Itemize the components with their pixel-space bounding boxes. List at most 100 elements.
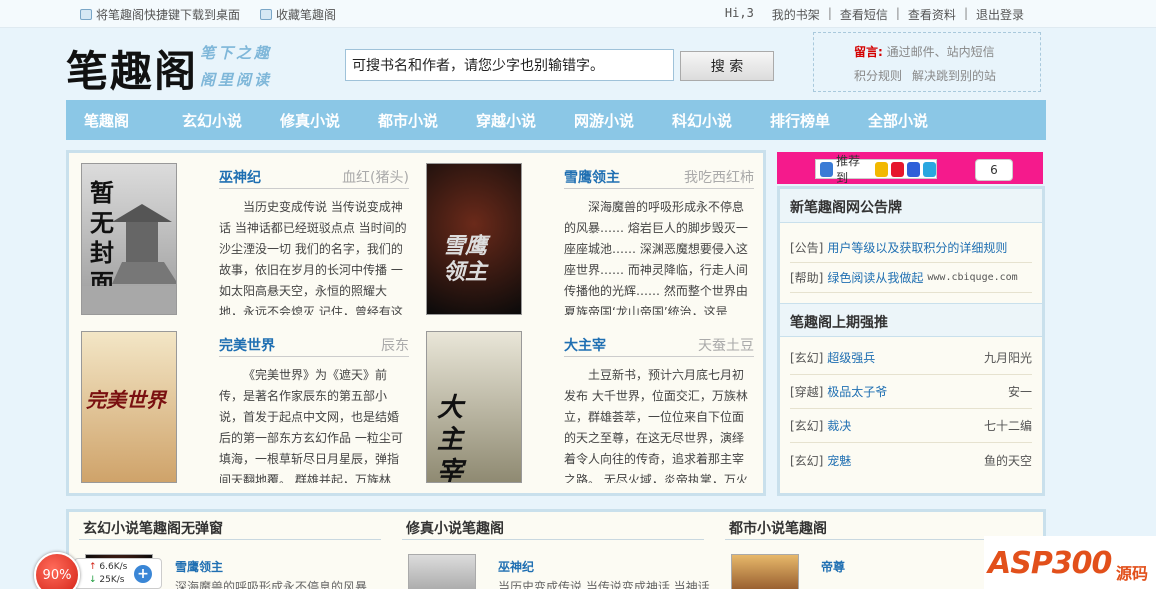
- ranking-item[interactable]: [玄幻] 超级强兵 九月阳光: [790, 341, 1032, 375]
- site-logo[interactable]: 笔趣阁: [66, 38, 198, 99]
- pengyou-icon[interactable]: [922, 161, 937, 177]
- book-thumbnail[interactable]: [408, 554, 476, 589]
- weibo-icon[interactable]: [890, 161, 904, 177]
- ranking-book-link[interactable]: 宠魅: [827, 454, 851, 468]
- category-title[interactable]: 修真小说笔趣阁: [402, 512, 704, 540]
- nav-item-home[interactable]: 笔趣阁: [66, 110, 164, 131]
- notice-text[interactable]: 通过邮件、站内短信: [887, 45, 995, 59]
- watermark-logo: ASP300 源码: [984, 536, 1156, 589]
- share-count: 6: [975, 159, 1013, 181]
- book-author[interactable]: 血红(猪头): [342, 167, 409, 187]
- share-widget[interactable]: 推荐到: [815, 154, 937, 185]
- nav-item-xiuzhen[interactable]: 修真小说: [262, 110, 360, 131]
- ranking-author[interactable]: 七十二编: [984, 417, 1032, 434]
- ranking-item[interactable]: [玄幻] 宠魅 鱼的天空: [790, 443, 1032, 477]
- category-columns: 玄幻小说笔趣阁无弹窗 雪鹰领主 深海魔兽的呼吸形成永不停息的风暴 修真小说笔趣阁…: [66, 509, 1046, 589]
- sidebar: 新笔趣阁网公告牌 [公告] 用户等级以及获取积分的详细规则 [帮助] 绿色阅读从…: [777, 186, 1045, 496]
- ranking-title: 笔趣阁上期强推: [780, 303, 1042, 337]
- ranking-item[interactable]: [穿越] 极品太子爷 安一: [790, 375, 1032, 409]
- book-cover[interactable]: 大主宰: [426, 331, 522, 483]
- book-title[interactable]: 巫神纪: [219, 167, 261, 187]
- redirect-fix-link[interactable]: 解决跳到别的站: [912, 69, 996, 83]
- cover-title-art: 大主宰: [437, 393, 464, 483]
- book-cover[interactable]: 暂无封面: [81, 163, 177, 315]
- announcement-item[interactable]: [公告] 用户等级以及获取积分的详细规则: [790, 233, 1032, 263]
- share-plus-icon[interactable]: [820, 161, 834, 177]
- ranking-book-link[interactable]: 裁决: [827, 419, 851, 433]
- profile-link[interactable]: 查看资料: [908, 6, 956, 23]
- ranking-author[interactable]: 鱼的天空: [984, 452, 1032, 469]
- ranking-book-link[interactable]: 极品太子爷: [827, 385, 887, 399]
- ranking-book-link[interactable]: 超级强兵: [827, 351, 875, 365]
- baidu-icon[interactable]: [906, 161, 920, 177]
- download-shortcut-label: 将笔趣阁快捷键下载到桌面: [96, 8, 241, 22]
- announcement-item[interactable]: [帮助] 绿色阅读从我做起 www.cbiquge.com: [790, 263, 1032, 293]
- nav-item-xuanhuan[interactable]: 玄幻小说: [164, 110, 262, 131]
- featured-books: 暂无封面 巫神纪 血红(猪头) 当历史变成传说 当传说变成神话 当神话都已经斑驳点…: [66, 150, 766, 496]
- category-book-title[interactable]: 巫神纪: [498, 558, 534, 575]
- messages-link[interactable]: 查看短信: [840, 6, 888, 23]
- notice-box: 留言: 通过邮件、站内短信 积分规则 解决跳到别的站: [813, 32, 1041, 92]
- featured-book: 大主宰 大主宰 天蚕土豆 土豆新书，预计六月底七月初发布 大千世界，位面交汇，万族…: [414, 321, 754, 483]
- ranking-tag: [玄幻]: [790, 453, 824, 468]
- share-bar: 推荐到 6: [777, 152, 1043, 185]
- book-title[interactable]: 完美世界: [219, 335, 275, 355]
- speed-percent-badge[interactable]: 90%: [34, 552, 80, 589]
- nav-item-kehuan[interactable]: 科幻小说: [654, 110, 752, 131]
- watermark-suffix: 源码: [1116, 564, 1149, 583]
- book-description: 《完美世界》为《遮天》前传，是著名作家辰东的第五部小说，首发于起点中文网，也是结…: [219, 368, 403, 483]
- download-speed: 25K/s: [99, 575, 125, 585]
- book-thumbnail[interactable]: [731, 554, 799, 589]
- book-author[interactable]: 辰东: [381, 335, 409, 355]
- search-button[interactable]: 搜 索: [680, 51, 774, 81]
- category-book-title[interactable]: 雪鹰领主: [175, 558, 223, 575]
- points-rules-link[interactable]: 积分规则: [854, 69, 902, 83]
- pagoda-icon: [82, 204, 176, 314]
- download-shortcut-link[interactable]: 将笔趣阁快捷键下载到桌面: [80, 6, 240, 23]
- category-book-desc: 当历史变成传说 当传说变成神话 当神话: [498, 580, 710, 589]
- ranking-item[interactable]: [玄幻] 裁决 七十二编: [790, 409, 1032, 443]
- nav-item-all[interactable]: 全部小说: [850, 110, 948, 131]
- category-book-desc: 深海魔兽的呼吸形成永不停息的风暴: [175, 580, 368, 589]
- ranking-tag: [玄幻]: [790, 351, 824, 365]
- announcement-tag: [帮助]: [790, 271, 824, 285]
- nav-item-chuanyue[interactable]: 穿越小说: [458, 110, 556, 131]
- category-title[interactable]: 玄幻小说笔趣阁无弹窗: [79, 512, 381, 540]
- nav-item-wangyou[interactable]: 网游小说: [556, 110, 654, 131]
- search-input[interactable]: 可搜书名和作者，请您少字也别输错字。: [345, 49, 674, 81]
- category-book-title[interactable]: 帝尊: [821, 558, 845, 575]
- ranking-author[interactable]: 九月阳光: [984, 349, 1032, 366]
- book-title[interactable]: 雪鹰领主: [564, 167, 620, 187]
- network-speed-widget[interactable]: ↑ 6.6K/s ↓ 25K/s + 90%: [34, 552, 162, 589]
- book-title[interactable]: 大主宰: [564, 335, 606, 355]
- book-description: 深海魔兽的呼吸形成永不停息的风暴…… 熔岩巨人的脚步毁灭一座座城池…… 深渊恶魔…: [564, 200, 748, 315]
- book-cover[interactable]: 雪鹰领主: [426, 163, 522, 315]
- watermark-main: ASP300: [988, 546, 1112, 581]
- top-bar: 将笔趣阁快捷键下载到桌面 收藏笔趣阁 Hi,3 我的书架 | 查看短信 | 查看…: [0, 0, 1156, 28]
- category-title[interactable]: 都市小说笔趣阁: [725, 512, 1027, 540]
- upload-speed: 6.6K/s: [99, 562, 128, 572]
- qzone-icon[interactable]: [874, 161, 888, 177]
- bookshelf-link[interactable]: 我的书架: [772, 6, 820, 23]
- book-author[interactable]: 我吃西红柿: [684, 167, 754, 187]
- announcement-url[interactable]: www.cbiquge.com: [927, 272, 1017, 283]
- cover-title-art: 完美世界: [86, 388, 166, 412]
- speed-plus-button[interactable]: +: [134, 565, 152, 583]
- featured-book: 暂无封面 巫神纪 血红(猪头) 当历史变成传说 当传说变成神话 当神话都已经斑驳点…: [69, 153, 409, 315]
- book-author[interactable]: 天蚕土豆: [698, 335, 754, 355]
- slogan-line-1: 笔下之趣: [200, 44, 273, 62]
- nav-item-dushi[interactable]: 都市小说: [360, 110, 458, 131]
- category-column: 修真小说笔趣阁 巫神纪 当历史变成传说 当传说变成神话 当神话: [394, 512, 712, 589]
- book-description: 土豆新书，预计六月底七月初发布 大千世界，位面交汇，万族林立，群雄荟萃，一位位来…: [564, 368, 748, 483]
- home-icon: [80, 9, 92, 20]
- ranking-author[interactable]: 安一: [1008, 383, 1032, 400]
- nav-item-ranking[interactable]: 排行榜单: [752, 110, 850, 131]
- announcement-link[interactable]: 用户等级以及获取积分的详细规则: [827, 239, 1007, 256]
- book-cover[interactable]: 完美世界: [81, 331, 177, 483]
- share-label: 推荐到: [836, 154, 861, 185]
- folder-icon: [260, 9, 273, 20]
- logout-link[interactable]: 退出登录: [976, 6, 1024, 23]
- announcement-link[interactable]: 绿色阅读从我做起: [827, 269, 923, 286]
- site-slogan: 笔下之趣 阁里阅读: [200, 40, 272, 94]
- favorite-link[interactable]: 收藏笔趣阁: [260, 6, 336, 23]
